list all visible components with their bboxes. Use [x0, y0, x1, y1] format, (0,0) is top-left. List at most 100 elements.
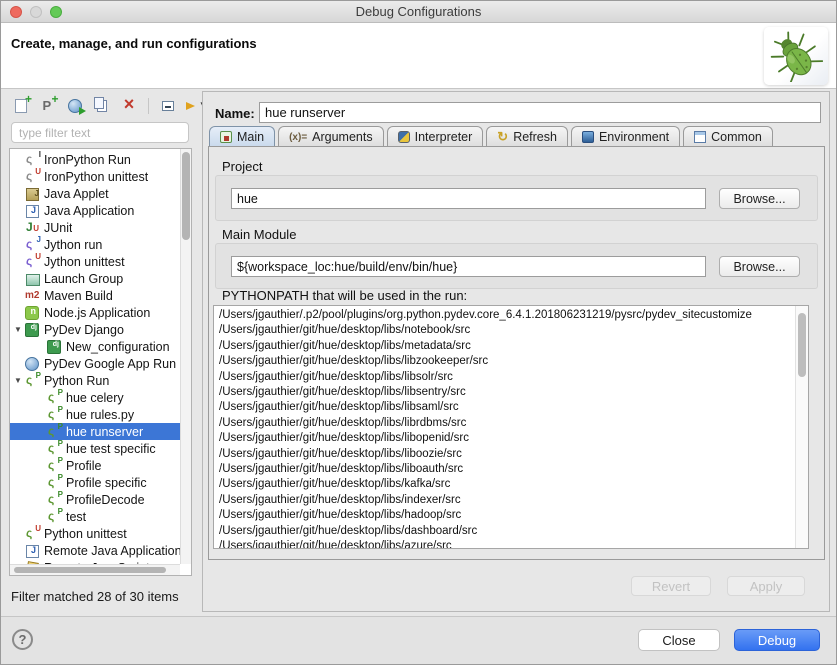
- tree-item-pydev-django[interactable]: ▼PyDev Django: [10, 321, 180, 338]
- project-browse-button[interactable]: Browse...: [719, 188, 800, 209]
- tree-item-label: Jython unittest: [44, 255, 125, 269]
- tree-item-label: hue rules.py: [66, 408, 134, 422]
- tab-common[interactable]: Common: [683, 126, 773, 147]
- pythonpath-entry[interactable]: /Users/jgauthier/git/hue/desktop/libs/no…: [219, 323, 793, 338]
- pythonpath-entry[interactable]: /Users/jgauthier/git/hue/desktop/libs/me…: [219, 339, 793, 354]
- pythonpath-entry[interactable]: /Users/jgauthier/git/hue/desktop/libs/in…: [219, 493, 793, 508]
- pythonpath-entry[interactable]: /Users/jgauthier/git/hue/desktop/libs/ha…: [219, 508, 793, 523]
- export-configurations-icon[interactable]: [65, 96, 85, 116]
- tree-item-profile[interactable]: Profile: [10, 457, 180, 474]
- tree-item-profile-specific[interactable]: Profile specific: [10, 474, 180, 491]
- main-module-input[interactable]: [231, 256, 706, 277]
- tree-item-hue-test-specific[interactable]: hue test specific: [10, 440, 180, 457]
- tab-arguments[interactable]: (x)=Arguments: [278, 126, 384, 147]
- main-module-browse-button[interactable]: Browse...: [719, 256, 800, 277]
- minimize-window-button[interactable]: [30, 6, 42, 18]
- tree-item-python-run[interactable]: ▼Python Run: [10, 372, 180, 389]
- tab-label: Interpreter: [415, 130, 473, 144]
- tree-item-new-configuration[interactable]: New_configuration: [10, 338, 180, 355]
- pythonpath-entry[interactable]: /Users/jgauthier/git/hue/desktop/libs/az…: [219, 539, 793, 548]
- pythonpath-entry[interactable]: /Users/jgauthier/git/hue/desktop/libs/li…: [219, 354, 793, 369]
- tree-item-python-unittest[interactable]: Python unittest: [10, 525, 180, 542]
- close-window-button[interactable]: [10, 6, 22, 18]
- delete-icon[interactable]: [119, 96, 139, 116]
- tree-vertical-scrollbar-thumb[interactable]: [182, 152, 190, 240]
- tree-item-java-application[interactable]: Java Application: [10, 202, 180, 219]
- tree-item-maven-build[interactable]: Maven Build: [10, 287, 180, 304]
- tree-item-hue-runserver[interactable]: hue runserver: [10, 423, 180, 440]
- configurations-tree: IronPython RunIronPython unittest Java Ap…: [9, 148, 192, 576]
- nodejs-application-icon: [24, 305, 41, 320]
- duplicate-glyph: [94, 97, 104, 109]
- tree-item-label: Java Applet: [44, 187, 109, 201]
- pythonpath-entry[interactable]: /Users/jgauthier/git/hue/desktop/libs/ka…: [219, 477, 793, 492]
- pythonpath-entry[interactable]: /Users/jgauthier/git/hue/desktop/libs/li…: [219, 370, 793, 385]
- tree-horizontal-scrollbar-thumb[interactable]: [14, 567, 166, 573]
- help-button[interactable]: [12, 629, 33, 650]
- tree-item-node-js-application[interactable]: Node.js Application: [10, 304, 180, 321]
- tree-item-profiledecode[interactable]: ProfileDecode: [10, 491, 180, 508]
- java-applet-icon: [24, 186, 41, 201]
- tree-item-launch-group[interactable]: Launch Group: [10, 270, 180, 287]
- tree-item-remote-java-application[interactable]: Remote Java Application: [10, 542, 180, 559]
- tree-item-ironpython-run[interactable]: IronPython Run: [10, 151, 180, 168]
- tree-item-jython-unittest[interactable]: Jython unittest: [10, 253, 180, 270]
- pythonpath-entry[interactable]: /Users/jgauthier/git/hue/desktop/libs/li…: [219, 416, 793, 431]
- junit-icon: [24, 220, 41, 235]
- tree-vertical-scrollbar[interactable]: [180, 149, 191, 564]
- pythonpath-entry[interactable]: /Users/jgauthier/git/hue/desktop/libs/li…: [219, 462, 793, 477]
- toolbar-separator: [148, 98, 149, 114]
- tab-refresh[interactable]: Refresh: [486, 126, 568, 147]
- tree-item-label: test: [66, 510, 86, 524]
- filter-status: Filter matched 28 of 30 items: [11, 589, 179, 604]
- pythonpath-entry[interactable]: /Users/jgauthier/git/hue/desktop/libs/li…: [219, 385, 793, 400]
- tree-item-java-applet[interactable]: Java Applet: [10, 185, 180, 202]
- revert-button[interactable]: Revert: [631, 576, 711, 596]
- expand-caret-icon[interactable]: ▼: [12, 376, 24, 385]
- pythonpath-entry[interactable]: /Users/jgauthier/git/hue/desktop/libs/li…: [219, 447, 793, 462]
- debug-button[interactable]: Debug: [734, 629, 820, 651]
- tab-environment[interactable]: Environment: [571, 126, 680, 147]
- pythonpath-entry[interactable]: /Users/jgauthier/git/hue/desktop/libs/da…: [219, 524, 793, 539]
- new-configuration-icon[interactable]: [11, 96, 31, 116]
- main-tab-icon: [220, 131, 232, 143]
- pythonpath-entry[interactable]: /Users/jgauthier/.p2/pool/plugins/org.py…: [219, 308, 793, 323]
- tree-item-test[interactable]: test: [10, 508, 180, 525]
- tree-item-label: IronPython Run: [44, 153, 131, 167]
- tab-label: Main: [237, 130, 264, 144]
- tree-item-label: hue celery: [66, 391, 124, 405]
- tree-item-jython-run[interactable]: Jython run: [10, 236, 180, 253]
- pythonpath-vertical-scrollbar[interactable]: [795, 306, 808, 548]
- tree-item-hue-rules-py[interactable]: hue rules.py: [10, 406, 180, 423]
- close-button[interactable]: Close: [638, 629, 720, 651]
- tree-item-pydev-google-app-run[interactable]: PyDev Google App Run: [10, 355, 180, 372]
- duplicate-icon[interactable]: [92, 96, 112, 116]
- pythonpath-entry[interactable]: /Users/jgauthier/git/hue/desktop/libs/li…: [219, 400, 793, 415]
- pythonpath-entry[interactable]: /Users/jgauthier/git/hue/desktop/libs/li…: [219, 431, 793, 446]
- zoom-window-button[interactable]: [50, 6, 62, 18]
- tree-item-junit[interactable]: JUnit: [10, 219, 180, 236]
- new-prototype-icon[interactable]: [38, 96, 58, 116]
- tree-item-hue-celery[interactable]: hue celery: [10, 389, 180, 406]
- bug-illustration: [769, 30, 823, 82]
- python-run-icon: [46, 441, 63, 456]
- project-input[interactable]: [231, 188, 706, 209]
- main-module-label: Main Module: [222, 227, 296, 242]
- pythonpath-label: PYTHONPATH that will be used in the run:: [222, 288, 467, 303]
- python-run-icon: [46, 492, 63, 507]
- tab-main[interactable]: Main: [209, 126, 275, 147]
- tree-item-ironpython-unittest[interactable]: IronPython unittest: [10, 168, 180, 185]
- filter-input[interactable]: [11, 122, 189, 143]
- apply-button[interactable]: Apply: [727, 576, 805, 596]
- python-run-icon: [46, 407, 63, 422]
- jython-unittest-icon: [24, 254, 41, 269]
- expand-caret-icon[interactable]: ▼: [12, 325, 24, 334]
- interpreter-tab-icon: [398, 131, 410, 143]
- tree-horizontal-scrollbar[interactable]: [10, 564, 180, 575]
- pythonpath-scrollbar-thumb[interactable]: [798, 313, 806, 377]
- name-input[interactable]: [259, 102, 821, 123]
- collapse-all-icon[interactable]: [158, 96, 178, 116]
- remote-java-application-icon: [24, 543, 41, 558]
- tab-interpreter[interactable]: Interpreter: [387, 126, 484, 147]
- collapse-all-glyph: [162, 101, 174, 111]
